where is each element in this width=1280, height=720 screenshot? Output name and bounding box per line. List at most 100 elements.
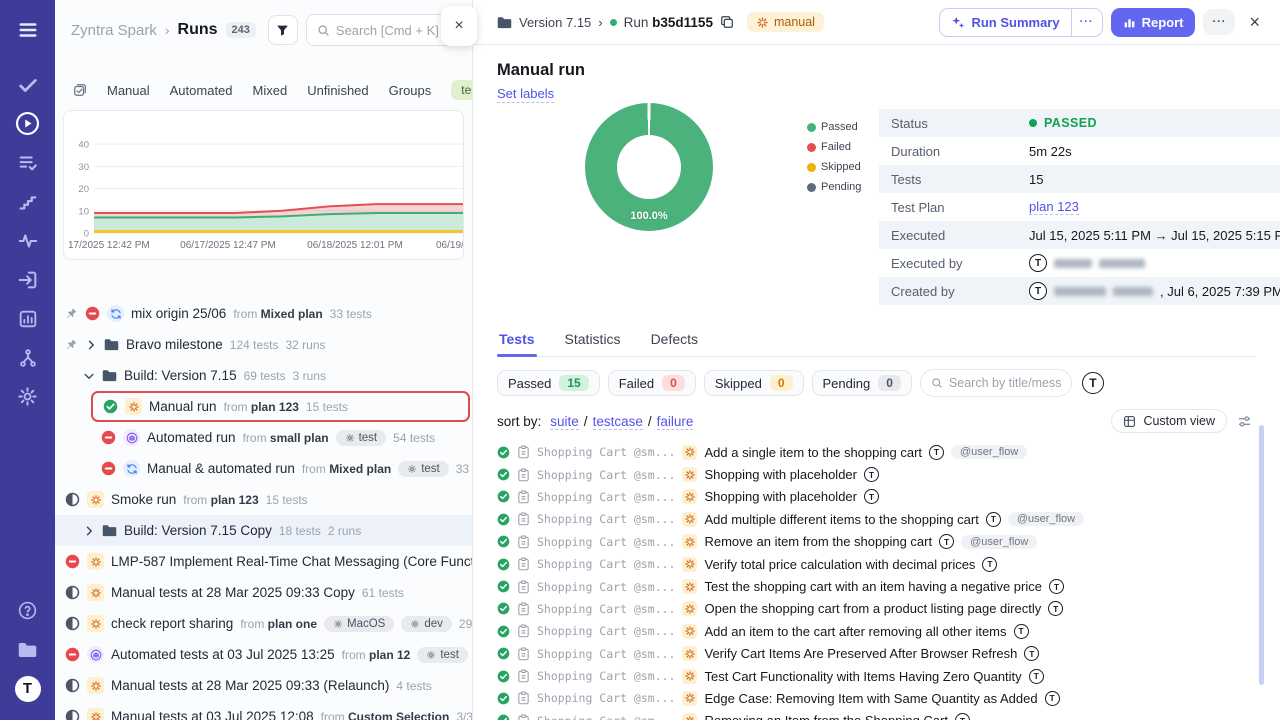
- filter-skipped-button[interactable]: Skipped0: [704, 370, 804, 396]
- clipboard-icon: [517, 714, 530, 720]
- run-meta: 3 runs: [293, 369, 326, 383]
- sidebar-gear-button[interactable]: [0, 377, 55, 416]
- sort-by-testcase-link[interactable]: testcase: [593, 414, 643, 430]
- test-row[interactable]: Shopping Cart @sm...Add a single item to…: [497, 441, 1256, 463]
- test-row[interactable]: Shopping Cart @sm...Shopping with placeh…: [497, 486, 1256, 508]
- run-row[interactable]: mix origin 25/06from Mixed plan33 tests: [55, 298, 472, 329]
- sidebar-activity-button[interactable]: [0, 221, 55, 260]
- sort-by-failure-link[interactable]: failure: [657, 414, 694, 430]
- run-row[interactable]: Manual & automated runfrom Mixed plantes…: [55, 453, 472, 484]
- close-detail-button[interactable]: ×: [1243, 10, 1266, 35]
- sidebar-import-button[interactable]: [0, 260, 55, 299]
- run-row[interactable]: Automated runfrom small plantest54 tests: [55, 422, 472, 453]
- test-tag-chip[interactable]: @user_flow: [951, 445, 1027, 459]
- gear-icon: [407, 464, 417, 474]
- run-row[interactable]: Build: Version 7.15 Copy18 tests2 runs: [55, 515, 472, 546]
- test-row[interactable]: Shopping Cart @sm...Edge Case: Removing …: [497, 687, 1256, 709]
- suite-label: Shopping Cart @sm...: [537, 535, 675, 549]
- runs-tab-mixed[interactable]: Mixed: [253, 83, 288, 98]
- runs-tab-unfinished[interactable]: Unfinished: [307, 83, 368, 98]
- filter-button[interactable]: [268, 15, 298, 45]
- donut-legend: PassedFailedSkippedPending: [807, 109, 879, 321]
- run-summary-more-button[interactable]: ···: [1071, 9, 1102, 36]
- manual-run-icon: [682, 713, 697, 720]
- run-row[interactable]: Manual tests at 28 Mar 2025 09:33 Copy61…: [55, 577, 472, 608]
- panel-close-button[interactable]: ×: [441, 6, 477, 46]
- filter-pending-button[interactable]: Pending0: [812, 370, 912, 396]
- sidebar-account-button[interactable]: T: [0, 669, 55, 708]
- more-actions-button[interactable]: ···: [1203, 9, 1235, 35]
- test-passed-icon: [497, 714, 510, 720]
- gear-icon: [333, 619, 343, 629]
- runs-tab-automated[interactable]: Automated: [170, 83, 233, 98]
- filter-failed-button[interactable]: Failed0: [608, 370, 696, 396]
- sidebar-folder-button[interactable]: [0, 630, 55, 669]
- test-row[interactable]: Shopping Cart @sm...Shopping with placeh…: [497, 463, 1256, 485]
- run-row[interactable]: Bravo milestone124 tests32 runs: [55, 329, 472, 360]
- tests-search-input[interactable]: [949, 376, 1061, 390]
- clipboard-icon: [517, 624, 530, 638]
- breadcrumb-folder[interactable]: Version 7.15: [519, 15, 591, 30]
- test-row[interactable]: Shopping Cart @sm...Test the shopping ca…: [497, 575, 1256, 597]
- run-row[interactable]: Automated tests at 03 Jul 2025 13:25from…: [55, 639, 472, 670]
- status-partial-icon: [65, 492, 80, 507]
- svg-text:40: 40: [78, 140, 89, 151]
- sidebar-help-button[interactable]: [0, 591, 55, 630]
- runs-tab-manual[interactable]: Manual: [107, 83, 150, 98]
- run-row[interactable]: LMP-587 Implement Real-Time Chat Messagi…: [55, 546, 472, 577]
- report-button[interactable]: Report: [1111, 8, 1196, 37]
- set-labels-link[interactable]: Set labels: [497, 86, 554, 103]
- copy-run-id-button[interactable]: [720, 15, 734, 29]
- test-tag-chip[interactable]: @user_flow: [961, 535, 1037, 549]
- run-row[interactable]: check report sharingfrom plan oneMacOSde…: [55, 608, 472, 639]
- test-title: Open the shopping cart from a product li…: [704, 601, 1041, 616]
- sidebar-check-button[interactable]: [0, 65, 55, 104]
- run-row[interactable]: Manual tests at 03 Jul 2025 12:08from Cu…: [55, 701, 472, 720]
- view-settings-button[interactable]: [1237, 414, 1252, 429]
- run-env-tag: dev: [401, 616, 452, 632]
- test-assignee-avatar: T: [1045, 691, 1060, 706]
- redacted-name: [1099, 259, 1145, 268]
- sidebar-menu-button[interactable]: [0, 10, 55, 49]
- runs-search-input[interactable]: [336, 23, 449, 38]
- sidebar-steps-button[interactable]: [0, 182, 55, 221]
- test-row[interactable]: Shopping Cart @sm...Verify Cart Items Ar…: [497, 643, 1256, 665]
- sidebar-list-check-button[interactable]: [0, 143, 55, 182]
- test-tag-chip[interactable]: @user_flow: [1008, 512, 1084, 526]
- custom-view-button[interactable]: Custom view: [1111, 409, 1227, 433]
- run-row[interactable]: Manual runfrom plan 12315 tests: [91, 391, 470, 422]
- test-row[interactable]: Shopping Cart @sm...Add an item to the c…: [497, 620, 1256, 642]
- run-row[interactable]: Manual tests at 28 Mar 2025 09:33 (Relau…: [55, 670, 472, 701]
- sidebar-play-button[interactable]: [0, 104, 55, 143]
- tests-search[interactable]: [920, 369, 1072, 397]
- run-title: Build: Version 7.15 Copy: [124, 523, 272, 538]
- test-row[interactable]: Shopping Cart @sm...Add multiple differe…: [497, 508, 1256, 530]
- assignee-avatar[interactable]: T: [1082, 372, 1104, 394]
- bar-chart-icon: [1123, 16, 1136, 29]
- run-row[interactable]: Smoke runfrom plan 12315 tests: [55, 484, 472, 515]
- suite-label: Shopping Cart @sm...: [537, 445, 675, 459]
- details-value: T, Jul 6, 2025 7:39 PM: [1029, 282, 1280, 300]
- filter-passed-button[interactable]: Passed15: [497, 370, 600, 396]
- sidebar-chart-button[interactable]: [0, 299, 55, 338]
- run-summary-button[interactable]: Run Summary ···: [939, 8, 1102, 37]
- project-title[interactable]: Zyntra Spark: [71, 22, 157, 39]
- run-row[interactable]: Build: Version 7.1569 tests3 runs: [55, 360, 472, 391]
- details-label: Test Plan: [891, 200, 1029, 215]
- runs-search[interactable]: [306, 14, 460, 46]
- tab-statistics[interactable]: Statistics: [563, 331, 623, 356]
- tag-filter-chip[interactable]: tes: [451, 80, 473, 100]
- test-plan-link[interactable]: plan 123: [1029, 199, 1079, 215]
- legend-dot: [807, 163, 816, 172]
- sort-by-suite-link[interactable]: suite: [550, 414, 579, 430]
- test-row[interactable]: Shopping Cart @sm...Open the shopping ca…: [497, 598, 1256, 620]
- test-row[interactable]: Shopping Cart @sm...Removing an Item fro…: [497, 710, 1256, 720]
- test-row[interactable]: Shopping Cart @sm...Verify total price c…: [497, 553, 1256, 575]
- test-row[interactable]: Shopping Cart @sm...Test Cart Functional…: [497, 665, 1256, 687]
- runs-tab-groups[interactable]: Groups: [389, 83, 432, 98]
- tab-tests[interactable]: Tests: [497, 331, 537, 356]
- tab-defects[interactable]: Defects: [649, 331, 700, 356]
- tests-scrollbar[interactable]: [1259, 425, 1264, 685]
- sidebar-branch-button[interactable]: [0, 338, 55, 377]
- test-row[interactable]: Shopping Cart @sm...Remove an item from …: [497, 531, 1256, 553]
